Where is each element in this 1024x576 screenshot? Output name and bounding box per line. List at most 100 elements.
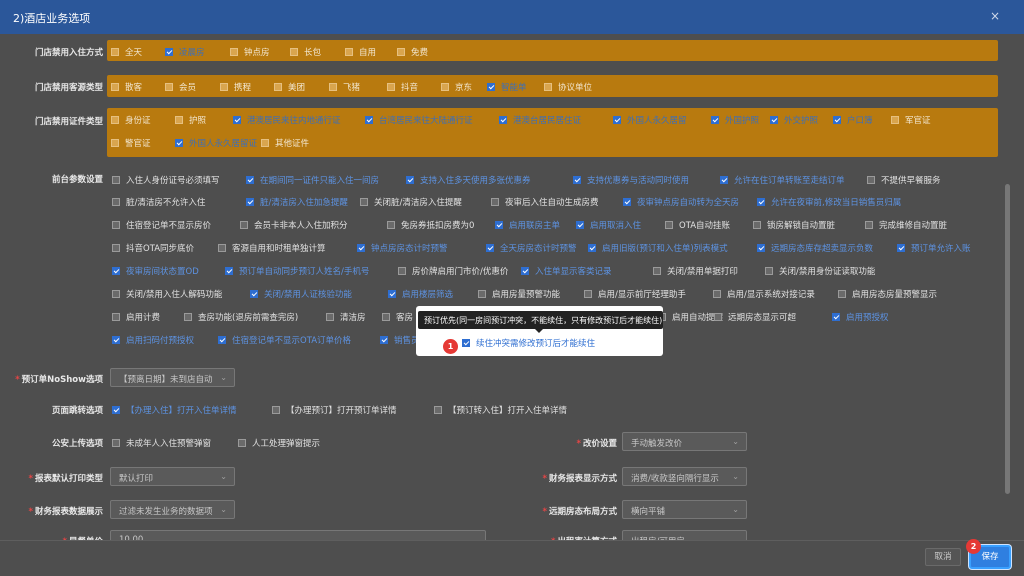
price-change-select[interactable]: 手动触发改价 ⌄	[622, 432, 747, 451]
checkbox-box[interactable]	[867, 176, 875, 184]
frontdesk-option[interactable]: 关闭/禁用人证核验功能	[250, 288, 352, 300]
id-type-option[interactable]: 外国人永久居留	[613, 114, 687, 126]
checkbox-box[interactable]	[360, 198, 368, 206]
frontdesk-option[interactable]: 免房券抵扣房费为0	[387, 219, 474, 231]
checkbox-box[interactable]	[111, 139, 119, 147]
checkin-mode-option[interactable]: 自用	[345, 46, 376, 58]
source-type-option[interactable]: 协议单位	[544, 81, 592, 93]
checkbox-box[interactable]	[544, 83, 552, 91]
checkbox-box[interactable]	[387, 83, 395, 91]
checkbox-box[interactable]	[365, 116, 373, 124]
checkbox-box[interactable]	[111, 83, 119, 91]
frontdesk-option[interactable]: 钟点房房态计时预警	[357, 242, 448, 254]
frontdesk-option[interactable]: 查房功能(退房前需查完房)	[184, 311, 298, 323]
id-type-option[interactable]: 户口簿	[833, 114, 873, 126]
id-type-option[interactable]: 外交护照	[770, 114, 818, 126]
frontdesk-option[interactable]: 启用扫码付预授权	[112, 334, 194, 346]
checkbox-box[interactable]	[345, 48, 353, 56]
checkbox-box[interactable]	[613, 116, 621, 124]
frontdesk-option[interactable]: 不提供早餐服务	[867, 174, 941, 186]
finance-display-select[interactable]: 消费/收款竖向隔行显示 ⌄	[622, 467, 747, 486]
checkbox-box[interactable]	[272, 406, 280, 414]
checkbox-box[interactable]	[112, 439, 120, 447]
checkbox-box[interactable]	[111, 48, 119, 56]
frontdesk-option[interactable]: 入住单显示客类记录	[521, 265, 612, 277]
checkin-mode-option[interactable]: 长包	[290, 46, 321, 58]
noshow-select[interactable]: 【预离日期】未到店自动 ⌄	[110, 368, 235, 387]
checkbox-box[interactable]	[112, 176, 120, 184]
checkbox-box[interactable]	[711, 116, 719, 124]
id-type-option[interactable]: 其他证件	[261, 137, 309, 149]
page-jump-option[interactable]: 【办理入住】打开入住单详情	[112, 404, 237, 416]
checkbox-box[interactable]	[397, 48, 405, 56]
checkbox-box[interactable]	[584, 290, 592, 298]
source-type-option[interactable]: 美团	[274, 81, 305, 93]
frontdesk-option[interactable]: 允许在夜审前,修改当日销售员归属	[757, 196, 901, 208]
source-type-option[interactable]: 智能单	[487, 81, 527, 93]
frontdesk-option[interactable]: 关闭/禁用入住人解码功能	[112, 288, 222, 300]
checkin-mode-option[interactable]: 全天	[111, 46, 142, 58]
id-type-option[interactable]: 军官证	[891, 114, 931, 126]
checkbox-box[interactable]	[261, 139, 269, 147]
checkbox-box[interactable]	[573, 176, 581, 184]
frontdesk-option[interactable]: 远期房态显示可超	[714, 311, 796, 323]
checkbox-box[interactable]	[357, 244, 365, 252]
frontdesk-option[interactable]: 关闭/禁用身份证读取功能	[765, 265, 875, 277]
checkbox-box[interactable]	[112, 336, 120, 344]
checkbox-box[interactable]	[246, 198, 254, 206]
checkbox-box[interactable]	[240, 221, 248, 229]
checkbox-box[interactable]	[653, 267, 661, 275]
checkbox-box[interactable]	[770, 116, 778, 124]
police-option[interactable]: 人工处理弹窗提示	[238, 437, 320, 449]
checkbox-box[interactable]	[112, 406, 120, 414]
frontdesk-option[interactable]: 启用楼层筛选	[388, 288, 453, 300]
checkbox-box[interactable]	[713, 290, 721, 298]
checkbox-box[interactable]	[250, 290, 258, 298]
frontdesk-option[interactable]: 启用联房主单	[495, 219, 560, 231]
checkbox-box[interactable]	[218, 336, 226, 344]
frontdesk-option[interactable]: 启用房态房量预警显示	[838, 288, 937, 300]
frontdesk-option[interactable]: 启用旧版(预订和入住单)列表模式	[588, 242, 728, 254]
id-type-option[interactable]: 外国人永久居留证	[175, 137, 257, 149]
checkbox-box[interactable]	[897, 244, 905, 252]
frontdesk-option[interactable]: 会员卡非本人入住加积分	[240, 219, 348, 231]
checkbox-box[interactable]	[521, 267, 529, 275]
checkbox-box[interactable]	[112, 267, 120, 275]
id-type-option[interactable]: 身份证	[111, 114, 151, 126]
checkbox-box[interactable]	[757, 198, 765, 206]
checkin-mode-option[interactable]: 凌晨房	[165, 46, 205, 58]
frontdesk-option[interactable]: 客房	[382, 311, 413, 323]
frontdesk-option[interactable]: 启用取消入住	[576, 219, 641, 231]
checkbox-box[interactable]	[588, 244, 596, 252]
checkin-mode-option[interactable]: 免费	[397, 46, 428, 58]
frontdesk-option[interactable]: 在期间同一证件只能入住一间房	[246, 174, 379, 186]
checkbox-box[interactable]	[665, 221, 673, 229]
checkbox-box[interactable]	[112, 313, 120, 321]
source-type-option[interactable]: 抖音	[387, 81, 418, 93]
source-type-option[interactable]: 京东	[441, 81, 472, 93]
frontdesk-option[interactable]: 支持入住多天使用多张优惠券	[406, 174, 531, 186]
checkbox-box[interactable]	[398, 267, 406, 275]
police-option[interactable]: 未成年人入住预警弹窗	[112, 437, 211, 449]
source-type-option[interactable]: 会员	[165, 81, 196, 93]
frontdesk-option[interactable]: 脏/清洁房不允许入住	[112, 196, 205, 208]
page-jump-option[interactable]: 【预订转入住】打开入住单详情	[434, 404, 567, 416]
checkbox-box[interactable]	[382, 313, 390, 321]
frontdesk-option[interactable]: 清洁房	[326, 311, 366, 323]
checkbox-box[interactable]	[218, 244, 226, 252]
scrollbar[interactable]	[1005, 184, 1010, 494]
checkbox-box[interactable]	[175, 116, 183, 124]
close-icon[interactable]: ×	[990, 9, 1000, 23]
checkbox-box[interactable]	[388, 290, 396, 298]
checkbox-box[interactable]	[230, 48, 238, 56]
frontdesk-option[interactable]: 启用/显示前厅经理助手	[584, 288, 686, 300]
id-type-option[interactable]: 护照	[175, 114, 206, 126]
forward-layout-select[interactable]: 横向平铺 ⌄	[622, 500, 747, 519]
frontdesk-option[interactable]: 锁房解锁自动置脏	[753, 219, 835, 231]
checkbox-box[interactable]	[175, 139, 183, 147]
report-print-select[interactable]: 默认打印 ⌄	[110, 467, 235, 486]
frontdesk-option[interactable]: 住宿登记单不显示房价	[112, 219, 211, 231]
source-type-option[interactable]: 散客	[111, 81, 142, 93]
checkbox-box[interactable]	[112, 244, 120, 252]
checkbox-box[interactable]	[765, 267, 773, 275]
